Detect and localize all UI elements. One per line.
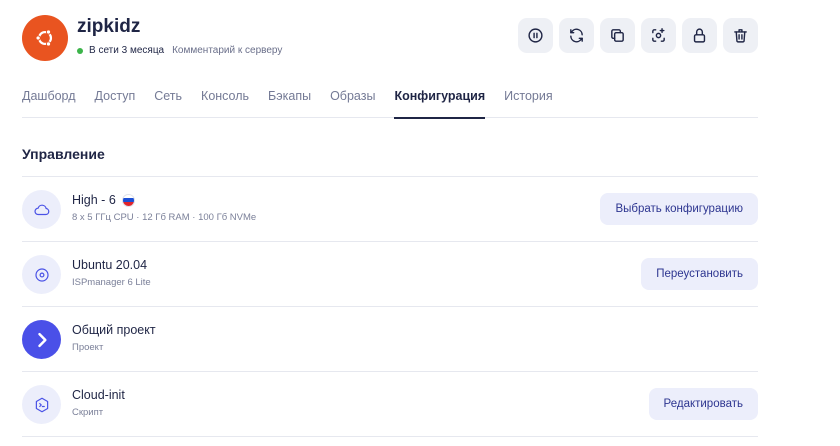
section-title: Управление xyxy=(22,146,105,162)
cloud-init-label: Скрипт xyxy=(72,407,104,418)
configuration-name: High - 6 xyxy=(72,193,116,207)
restart-button[interactable] xyxy=(559,18,594,53)
cloud-init-name: Cloud-init xyxy=(72,388,125,402)
script-icon xyxy=(35,397,48,412)
disc-icon-badge xyxy=(22,255,61,294)
ubuntu-logo-icon xyxy=(22,15,68,61)
tab-images[interactable]: Образы xyxy=(330,78,375,118)
project-label: Проект xyxy=(72,342,104,353)
edit-script-button[interactable]: Редактировать xyxy=(648,388,758,420)
snapshot-button[interactable] xyxy=(641,18,676,53)
row-title: Cloud-init xyxy=(72,388,125,402)
tab-dashboard[interactable]: Дашборд xyxy=(22,78,76,118)
project-icon-badge xyxy=(22,320,61,359)
online-status-dot xyxy=(77,47,83,54)
delete-button[interactable] xyxy=(723,18,758,53)
tab-configuration[interactable]: Конфигурация xyxy=(394,78,485,119)
project-icon xyxy=(37,332,47,347)
list-item-configuration: High - 6 8 x 5 ГГц CPU · 12 Гб RAM · 100… xyxy=(22,177,758,242)
pause-icon xyxy=(528,28,543,43)
tab-console[interactable]: Консоль xyxy=(201,78,249,118)
tab-network[interactable]: Сеть xyxy=(154,78,182,118)
os-panel: ISPmanager 6 Lite xyxy=(72,277,151,288)
clone-button[interactable] xyxy=(600,18,635,53)
cloud-icon-badge xyxy=(22,190,61,229)
script-icon-badge xyxy=(22,385,61,424)
tab-access[interactable]: Доступ xyxy=(95,78,136,118)
trash-icon xyxy=(734,29,747,43)
list-item-os: Ubuntu 20.04 ISPmanager 6 Lite Переустан… xyxy=(22,242,758,307)
management-list: High - 6 8 x 5 ГГц CPU · 12 Гб RAM · 100… xyxy=(22,176,758,437)
disc-icon xyxy=(34,267,49,282)
os-name: Ubuntu 20.04 xyxy=(72,258,148,272)
choose-configuration-button[interactable]: Выбрать конфигурацию xyxy=(600,193,758,225)
list-item-cloud-init: Cloud-init Скрипт Редактировать xyxy=(22,372,758,437)
row-title: Ubuntu 20.04 xyxy=(72,258,147,272)
lock-button[interactable] xyxy=(682,18,717,53)
pause-button[interactable] xyxy=(518,18,553,53)
tab-backups[interactable]: Бэкапы xyxy=(268,78,311,118)
russia-flag-icon xyxy=(121,193,135,207)
row-title: High - 6 xyxy=(72,193,135,207)
status-text: В сети 3 месяца xyxy=(89,45,165,56)
server-status: В сети 3 месяца Комментарий к серверу xyxy=(77,45,282,56)
server-name: zipkidz xyxy=(77,16,141,37)
lock-icon xyxy=(693,28,706,43)
server-actions xyxy=(518,18,758,53)
copy-icon xyxy=(611,29,624,42)
row-title: Общий проект xyxy=(72,323,156,337)
screenshot-icon xyxy=(652,28,665,42)
reinstall-button[interactable]: Переустановить xyxy=(641,258,758,290)
server-tabs: Дашборд Доступ Сеть Консоль Бэкапы Образ… xyxy=(22,78,758,119)
server-header: zipkidz В сети 3 месяца Комментарий к се… xyxy=(22,15,758,61)
tab-history[interactable]: История xyxy=(504,78,552,118)
project-name: Общий проект xyxy=(72,323,156,337)
refresh-icon xyxy=(570,28,583,43)
cloud-icon xyxy=(33,204,49,215)
configuration-specs: 8 x 5 ГГц CPU · 12 Гб RAM · 100 Гб NVMe xyxy=(72,212,257,223)
list-item-project: Общий проект Проект xyxy=(22,307,758,372)
server-comment-link[interactable]: Комментарий к серверу xyxy=(172,45,282,56)
